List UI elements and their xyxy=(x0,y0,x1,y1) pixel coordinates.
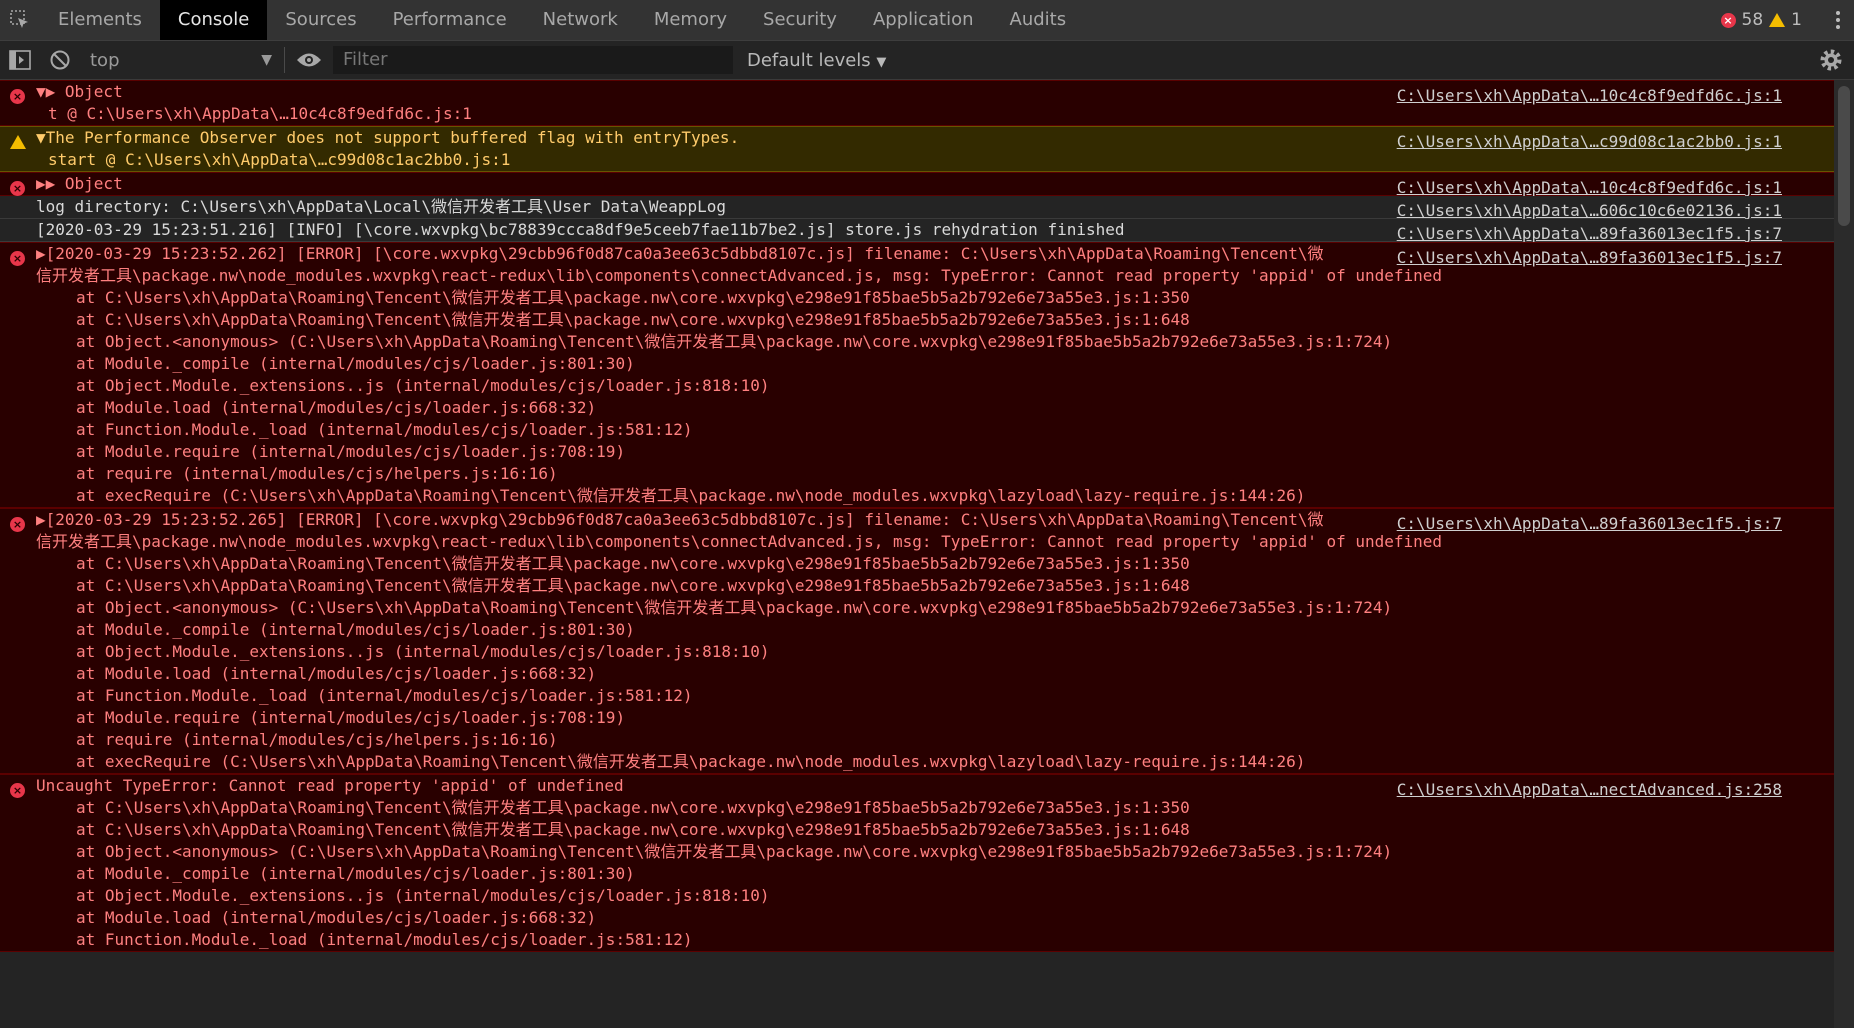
console-message-warning[interactable]: ▼The Performance Observer does not suppo… xyxy=(0,126,1834,172)
tab-memory[interactable]: Memory xyxy=(636,0,745,40)
filter-input[interactable]: Filter xyxy=(333,46,733,74)
stack-frame[interactable]: at Module._compile (internal/modules/cjs… xyxy=(0,619,1834,641)
gear-icon[interactable] xyxy=(1818,47,1844,73)
console-message-error[interactable]: × ▶▶ Object C:\Users\xh\AppData\…10c4c8f… xyxy=(0,172,1834,197)
stack-frame[interactable]: at Object.<anonymous> (C:\Users\xh\AppDa… xyxy=(0,331,1834,353)
console-scrollbar[interactable] xyxy=(1834,80,1854,1028)
stack-frame[interactable]: at execRequire (C:\Users\xh\AppData\Roam… xyxy=(0,751,1834,773)
tab-network[interactable]: Network xyxy=(525,0,636,40)
stack-frame[interactable]: at C:\Users\xh\AppData\Roaming\Tencent\微… xyxy=(0,287,1834,309)
stack-frame[interactable]: at Function.Module._load (internal/modul… xyxy=(0,419,1834,441)
stack-frame[interactable]: at Function.Module._load (internal/modul… xyxy=(0,685,1834,707)
stack-frame[interactable]: at Object.<anonymous> (C:\Users\xh\AppDa… xyxy=(0,597,1834,619)
source-link[interactable]: C:\Users\xh\AppData\…89fa36013ec1f5.js:7 xyxy=(1397,513,1782,535)
stack-frame[interactable]: at execRequire (C:\Users\xh\AppData\Roam… xyxy=(0,485,1834,507)
console-message-error[interactable]: × ▶[2020-03-29 15:23:52.262] [ERROR] [\c… xyxy=(0,242,1834,508)
devtools-tabbar: Elements Console Sources Performance Net… xyxy=(0,0,1854,41)
console-toolbar: top ▼ Filter Default levels ▼ xyxy=(0,41,1854,80)
more-options-icon[interactable] xyxy=(1836,8,1840,32)
tab-sources[interactable]: Sources xyxy=(267,0,374,40)
source-link[interactable]: C:\Users\xh\AppData\…10c4c8f9edfd6c.js:1 xyxy=(1397,85,1782,107)
warning-count: 1 xyxy=(1791,10,1802,30)
sidebar-toggle-icon[interactable] xyxy=(0,41,40,79)
stack-frame[interactable]: at Object.Module._extensions..js (intern… xyxy=(0,375,1834,397)
stack-frame[interactable]: at Module.require (internal/modules/cjs/… xyxy=(0,441,1834,463)
context-value: top xyxy=(90,49,120,71)
clear-console-icon[interactable] xyxy=(40,41,80,79)
stack-frame[interactable]: at Module._compile (internal/modules/cjs… xyxy=(0,863,1834,885)
scrollbar-thumb[interactable] xyxy=(1838,86,1850,226)
stack-frame[interactable]: at require (internal/modules/cjs/helpers… xyxy=(0,463,1834,485)
console-message-error[interactable]: × ▶[2020-03-29 15:23:52.265] [ERROR] [\c… xyxy=(0,508,1834,774)
stack-frame[interactable]: at require (internal/modules/cjs/helpers… xyxy=(0,729,1834,751)
tab-security[interactable]: Security xyxy=(745,0,855,40)
source-link[interactable]: C:\Users\xh\AppData\…89fa36013ec1f5.js:7 xyxy=(1397,247,1782,269)
issue-counts[interactable]: × 58 1 xyxy=(1720,0,1802,40)
context-selector[interactable]: top ▼ xyxy=(80,45,280,75)
console-message-log[interactable]: log directory: C:\Users\xh\AppData\Local… xyxy=(0,196,1834,220)
tab-console[interactable]: Console xyxy=(159,0,268,40)
tab-audits[interactable]: Audits xyxy=(992,0,1085,40)
tab-elements[interactable]: Elements xyxy=(40,0,160,40)
stack-frame[interactable]: at C:\Users\xh\AppData\Roaming\Tencent\微… xyxy=(0,553,1834,575)
stack-frame[interactable]: at Module.load (internal/modules/cjs/loa… xyxy=(0,907,1834,929)
warning-count-icon xyxy=(1769,13,1786,27)
source-link[interactable]: C:\Users\xh\AppData\…c99d08c1ac2bb0.js:1 xyxy=(1397,131,1782,153)
console-messages: × ▼▶ Object t @ C:\Users\xh\AppData\…10c… xyxy=(0,80,1834,1028)
stack-frame[interactable]: at Function.Module._load (internal/modul… xyxy=(0,929,1834,951)
stack-frame[interactable]: at Module.load (internal/modules/cjs/loa… xyxy=(0,663,1834,685)
stack-frame[interactable]: at Module.load (internal/modules/cjs/loa… xyxy=(0,397,1834,419)
divider xyxy=(284,47,285,73)
stack-frame[interactable]: at C:\Users\xh\AppData\Roaming\Tencent\微… xyxy=(0,309,1834,331)
tab-performance[interactable]: Performance xyxy=(375,0,525,40)
stack-frame[interactable]: at Module.require (internal/modules/cjs/… xyxy=(0,707,1834,729)
stack-frame[interactable]: at Object.<anonymous> (C:\Users\xh\AppDa… xyxy=(0,841,1834,863)
stack-frame[interactable]: at Object.Module._extensions..js (intern… xyxy=(0,885,1834,907)
stack-frame[interactable]: at C:\Users\xh\AppData\Roaming\Tencent\微… xyxy=(0,819,1834,841)
stack-frame[interactable]: at Module._compile (internal/modules/cjs… xyxy=(0,353,1834,375)
chevron-down-icon: ▼ xyxy=(261,52,272,68)
levels-label: Default levels xyxy=(747,49,871,71)
source-link[interactable]: C:\Users\xh\AppData\…nectAdvanced.js:258 xyxy=(1397,779,1782,801)
error-count: 58 xyxy=(1741,10,1764,30)
live-expression-eye-icon[interactable] xyxy=(289,41,329,79)
console-message-error[interactable]: × ▼▶ Object t @ C:\Users\xh\AppData\…10c… xyxy=(0,80,1834,126)
error-count-icon: × xyxy=(1720,12,1736,28)
stack-frame[interactable]: at Object.Module._extensions..js (intern… xyxy=(0,641,1834,663)
console-message-log[interactable]: [2020-03-29 15:23:51.216] [INFO] [\core.… xyxy=(0,219,1834,243)
inspect-element-icon[interactable] xyxy=(0,0,40,40)
stack-frame[interactable]: at C:\Users\xh\AppData\Roaming\Tencent\微… xyxy=(0,575,1834,597)
tab-application[interactable]: Application xyxy=(855,0,992,40)
chevron-down-icon: ▼ xyxy=(876,54,887,70)
default-levels-dropdown[interactable]: Default levels ▼ xyxy=(747,50,886,71)
console-message-error[interactable]: × Uncaught TypeError: Cannot read proper… xyxy=(0,774,1834,952)
